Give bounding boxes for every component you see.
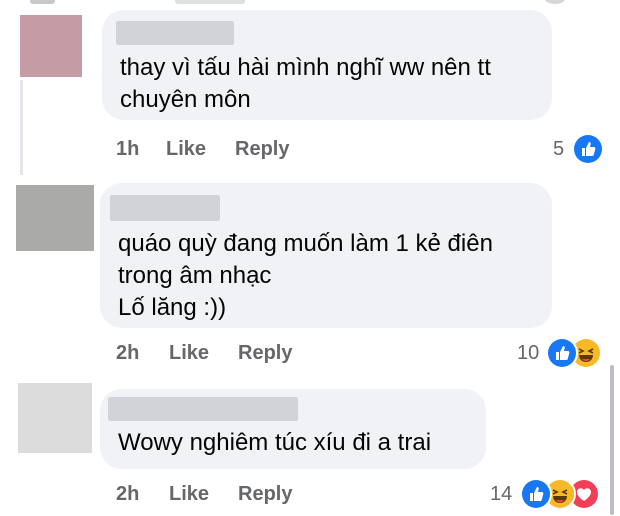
commenter-name[interactable] [108,397,298,421]
comment-text: thay vì tấu hài mình nghĩ ww nên tt chuy… [120,54,491,113]
avatar[interactable] [18,383,92,453]
reply-button[interactable]: Reply [238,342,292,365]
comment-time[interactable]: 1h [116,138,139,161]
comment-item: Wowy nghiêm túc xíu đi a trai 2h Like Re… [0,365,620,516]
reaction-count[interactable]: 5 [553,138,564,161]
reaction-count[interactable]: 10 [517,342,539,365]
comment-text: Wowy nghiêm túc xíu đi a trai [118,429,432,456]
like-icon [572,133,604,165]
like-icon [546,337,578,369]
comment-text: quáo quỳ đang muốn làm 1 kẻ điên trong â… [118,230,493,321]
comment-bubble: thay vì tấu hài mình nghĩ ww nên tt chuy… [102,10,552,120]
scrollbar[interactable] [610,365,614,515]
like-button[interactable]: Like [169,342,209,365]
like-button[interactable]: Like [169,483,209,506]
reply-button[interactable]: Reply [238,483,292,506]
like-button[interactable]: Like [166,138,206,161]
avatar[interactable] [16,185,94,251]
comment-time[interactable]: 2h [116,342,139,365]
comment-time[interactable]: 2h [116,483,139,506]
comment-bubble: quáo quỳ đang muốn làm 1 kẻ điên trong â… [100,183,552,328]
reply-button[interactable]: Reply [235,138,289,161]
like-icon [520,478,552,510]
commenter-name[interactable] [116,21,234,45]
comment-item: quáo quỳ đang muốn làm 1 kẻ điên trong â… [0,175,620,369]
comment-bubble: Wowy nghiêm túc xíu đi a trai [100,389,486,469]
commenter-name[interactable] [110,195,220,221]
avatar[interactable] [20,15,82,77]
reaction-count[interactable]: 14 [490,483,512,506]
comment-item: thay vì tấu hài mình nghĩ ww nên tt chuy… [0,0,620,175]
